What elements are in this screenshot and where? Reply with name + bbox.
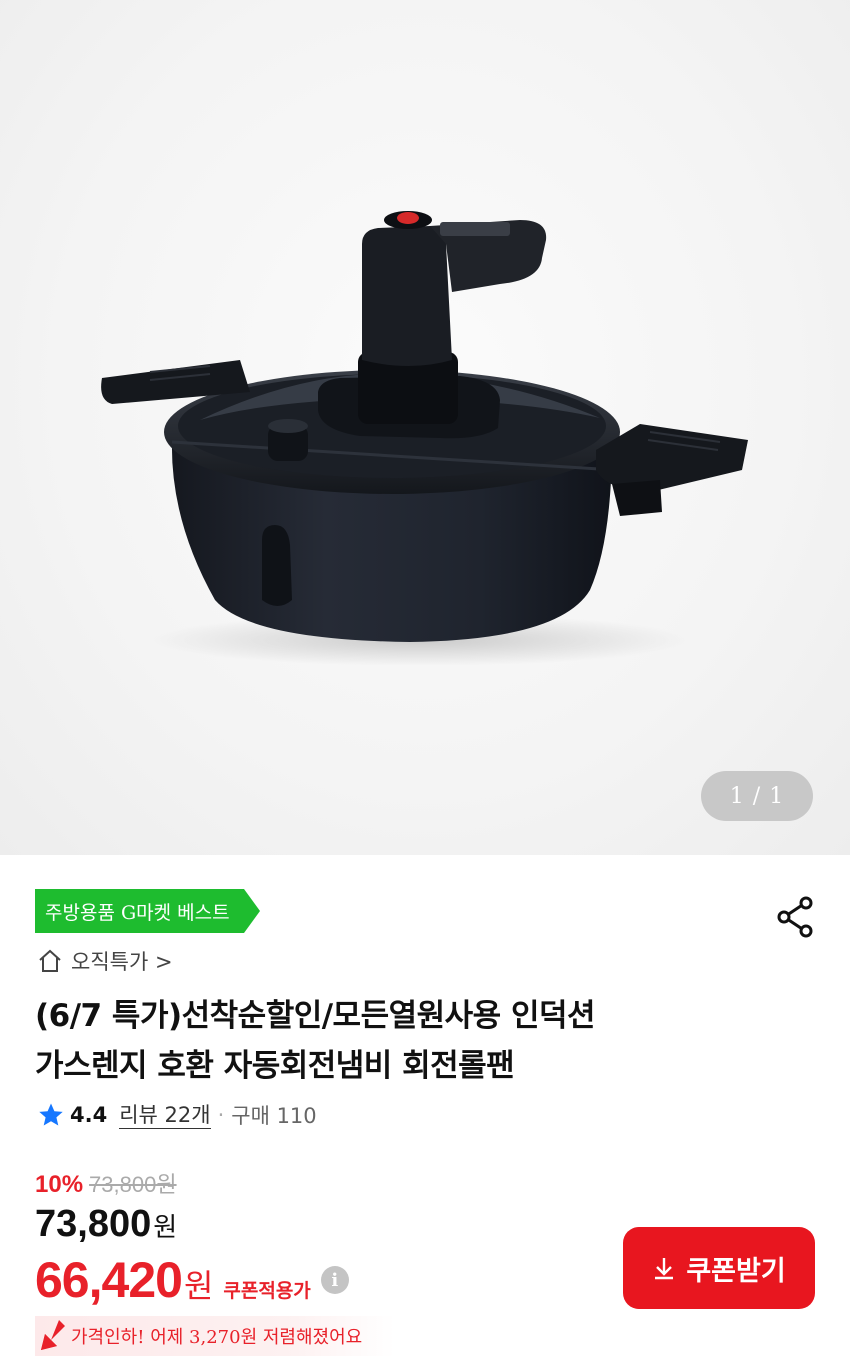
review-count-link[interactable]: 리뷰 22개 bbox=[119, 1102, 211, 1129]
shop-name: 오직특가 > bbox=[71, 950, 173, 974]
coupon-price-unit: 원 bbox=[183, 1267, 214, 1305]
share-button[interactable] bbox=[774, 895, 818, 939]
rating-score: 4.4 bbox=[70, 1103, 108, 1127]
product-gallery[interactable]: 1 / 1 bbox=[0, 0, 850, 855]
product-image bbox=[101, 211, 748, 666]
down-arrow-icon bbox=[41, 1320, 65, 1350]
coupon-price-number: 66,420 bbox=[35, 1252, 183, 1308]
separator: · bbox=[217, 1103, 225, 1127]
discount-rate: 10% bbox=[35, 1171, 84, 1198]
product-title: (6/7 특가)선착순할인/모든열원사용 인덕션 가스렌지 호환 자동회전냄비 … bbox=[35, 991, 755, 1091]
coupon-download-button[interactable]: 쿠폰받기 bbox=[623, 1227, 815, 1309]
coupon-button-label: 쿠폰받기 bbox=[686, 1255, 786, 1287]
product-title-line1: (6/7 특가)선착순할인/모든열원사용 인덕션 bbox=[35, 998, 596, 1034]
best-badge: 주방용품 G마켓 베스트 bbox=[35, 889, 260, 933]
product-title-line2: 가스렌지 호환 자동회전냄비 회전롤팬 bbox=[35, 1048, 515, 1084]
info-icon[interactable]: i bbox=[320, 1266, 349, 1294]
home-icon bbox=[39, 949, 61, 972]
price-drop-text: 가격인하! 어제 3,270원 저렴해졌어요 bbox=[71, 1327, 363, 1348]
shop-link[interactable]: 오직특가 > bbox=[37, 945, 173, 977]
original-price: 73,800원 bbox=[89, 1172, 177, 1197]
rating-summary: 4.4 리뷰 22개 · 구매 110 bbox=[38, 1099, 317, 1131]
download-icon bbox=[655, 1258, 674, 1280]
coupon-price: 66,420 원 쿠폰적용가 i bbox=[35, 1251, 349, 1309]
purchase-count: 구매 110 bbox=[231, 1104, 317, 1128]
price-drop-notice: 가격인하! 어제 3,270원 저렴해졌어요 bbox=[35, 1316, 395, 1356]
coupon-price-label: 쿠폰적용가 bbox=[223, 1280, 311, 1302]
share-icon bbox=[777, 896, 813, 938]
star-icon bbox=[39, 1103, 63, 1126]
product-info: 주방용품 G마켓 베스트 오직특가 > (6/7 특가)선착순할인/모든열원사용… bbox=[0, 855, 850, 1367]
sale-price-number: 73,800 bbox=[35, 1203, 152, 1245]
best-badge-label: 주방용품 G마켓 베스트 bbox=[35, 889, 244, 933]
sale-price: 73,800 원 bbox=[35, 1203, 177, 1246]
sale-price-unit: 원 bbox=[153, 1213, 178, 1243]
image-counter: 1 / 1 bbox=[701, 771, 813, 821]
discount-row: 10% 73,800원 bbox=[35, 1167, 177, 1199]
